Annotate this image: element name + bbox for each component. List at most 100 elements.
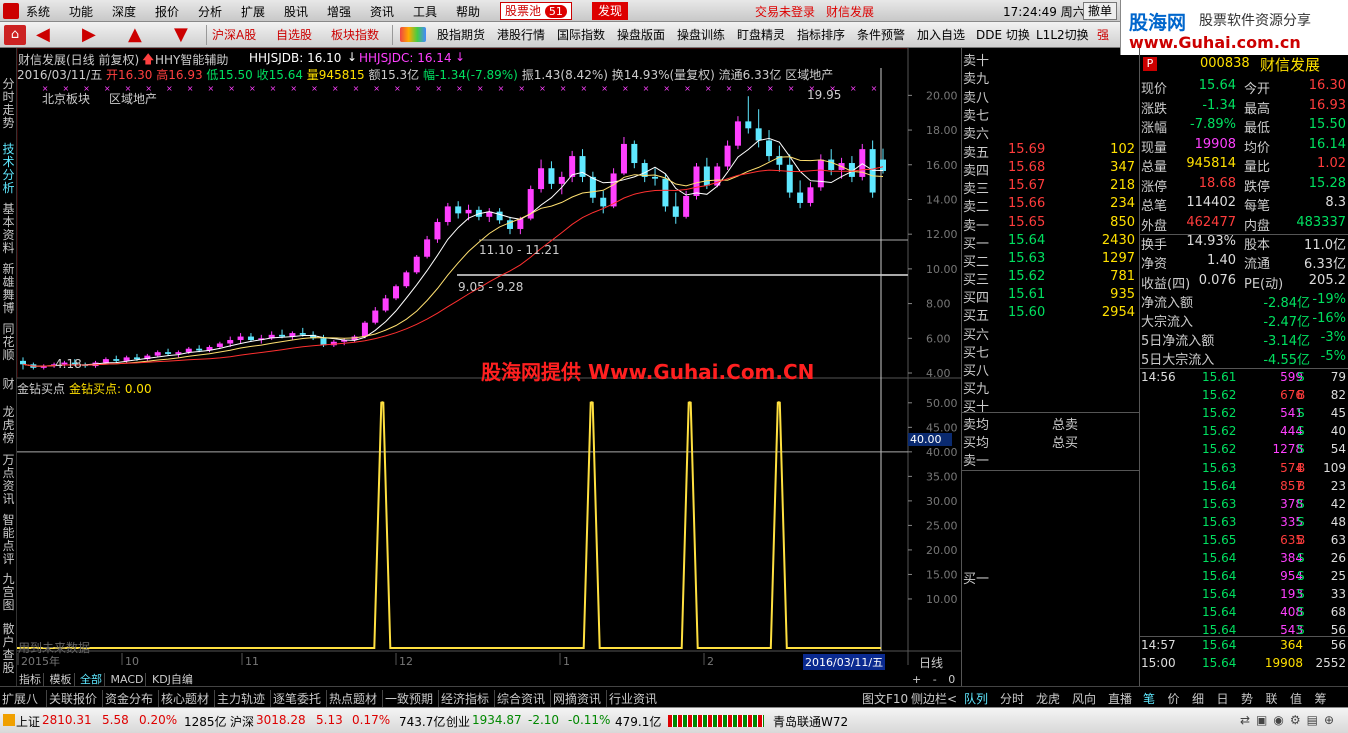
- menu-item-0[interactable]: 系统: [26, 3, 50, 20]
- ask-price[interactable]: 15.68: [1008, 160, 1045, 179]
- tb-watchlist[interactable]: 自选股: [276, 26, 312, 43]
- candle-body[interactable]: [620, 143, 627, 174]
- home-icon[interactable]: ⌂: [4, 25, 26, 45]
- candle-body[interactable]: [372, 310, 379, 323]
- ask-price[interactable]: 15.69: [1008, 142, 1045, 161]
- tb-sector-index[interactable]: 板块指数: [331, 26, 379, 43]
- quote-tab-2[interactable]: 细: [1192, 690, 1204, 707]
- stock-name[interactable]: 财信发展: [1260, 54, 1320, 75]
- quote-tab-2[interactable]: 势: [1241, 690, 1253, 707]
- candle-body[interactable]: [444, 206, 451, 223]
- candle-body[interactable]: [517, 218, 524, 229]
- quote-tab-2[interactable]: 日: [1217, 690, 1229, 707]
- candle-body[interactable]: [745, 121, 752, 129]
- candle-body[interactable]: [662, 178, 669, 207]
- candle-body[interactable]: [734, 121, 741, 146]
- stock-pool-button[interactable]: 股票池 51: [500, 2, 572, 20]
- candle-body[interactable]: [434, 222, 441, 240]
- ind-tab-macd[interactable]: MACD: [108, 673, 147, 686]
- quote-tab-2[interactable]: 价: [1168, 690, 1180, 707]
- quote-tab[interactable]: 龙虎: [1036, 690, 1060, 707]
- left-tab-9[interactable]: 九宫图: [1, 573, 16, 613]
- tb-indicator-sort[interactable]: 指标排序: [797, 26, 845, 43]
- ind-tab-kdj[interactable]: KDJ自编: [150, 673, 195, 686]
- left-tab-0[interactable]: 分时走势: [1, 78, 16, 136]
- candle-body[interactable]: [807, 187, 814, 203]
- tb-condition-alert[interactable]: 条件预警: [857, 26, 905, 43]
- bottom-tab[interactable]: 扩展八: [2, 690, 38, 707]
- zoom-out-button[interactable]: -: [933, 673, 937, 686]
- bid-price[interactable]: 15.64: [1008, 233, 1045, 252]
- zoom-reset-button[interactable]: 0: [948, 673, 955, 686]
- quote-tab-2[interactable]: 联: [1266, 690, 1278, 707]
- menu-item-8[interactable]: 资讯: [370, 3, 394, 20]
- candle-body[interactable]: [496, 211, 503, 221]
- candle-body[interactable]: [766, 140, 773, 157]
- candle-body[interactable]: [880, 159, 886, 172]
- left-tab-2[interactable]: 基本资料: [1, 203, 16, 255]
- candle-body[interactable]: [828, 159, 835, 170]
- bottom-tab[interactable]: 一致预期: [382, 690, 433, 707]
- left-tab-8[interactable]: 智能点评: [1, 514, 16, 568]
- menu-item-4[interactable]: 分析: [198, 3, 222, 20]
- tb-monitor-wizard[interactable]: 盯盘精灵: [737, 26, 785, 43]
- candle-body[interactable]: [558, 176, 565, 184]
- menu-item-5[interactable]: 扩展: [241, 3, 265, 20]
- ask-price[interactable]: 15.66: [1008, 196, 1045, 215]
- up-arrow-icon[interactable]: ▲: [128, 24, 142, 45]
- quote-tab-2[interactable]: 值: [1290, 690, 1302, 707]
- candle-body[interactable]: [786, 164, 793, 193]
- bottom-tab[interactable]: 综合资讯: [494, 690, 545, 707]
- tb-add-watchlist[interactable]: 加入自选: [917, 26, 965, 43]
- sidebar-toggle-button[interactable]: 侧边栏<: [911, 690, 957, 707]
- stock-code[interactable]: 000838: [1200, 56, 1250, 71]
- candle-body[interactable]: [185, 348, 192, 353]
- bid-price[interactable]: 15.61: [1008, 287, 1045, 306]
- period-label[interactable]: 日线: [919, 654, 943, 671]
- candle-body[interactable]: [641, 163, 648, 177]
- tb-hs-a-shares[interactable]: 沪深A股: [212, 26, 256, 43]
- menu-item-2[interactable]: 深度: [112, 3, 136, 20]
- quote-tab[interactable]: 风向: [1072, 690, 1096, 707]
- f10-logo-icon[interactable]: [400, 27, 426, 42]
- bid-price[interactable]: 15.60: [1008, 305, 1045, 324]
- down-arrow-icon[interactable]: ▼: [174, 24, 188, 45]
- candle-body[interactable]: [693, 166, 700, 197]
- candle-body[interactable]: [237, 336, 244, 341]
- quote-tab-2[interactable]: 笔: [1143, 690, 1155, 707]
- candle-body[interactable]: [165, 352, 172, 354]
- candle-body[interactable]: [600, 197, 607, 207]
- quote-tab[interactable]: 队列: [964, 690, 988, 707]
- tb-trade-layout[interactable]: 操盘版面: [617, 26, 665, 43]
- tb-l1l2-toggle[interactable]: L1L2切换: [1036, 26, 1089, 43]
- tb-index-futures[interactable]: 股指期货: [437, 26, 485, 43]
- left-tab-7[interactable]: 万点资讯: [1, 454, 16, 508]
- candle-body[interactable]: [683, 196, 690, 217]
- ind-tab-indicator[interactable]: 指标: [17, 673, 44, 686]
- menu-item-1[interactable]: 功能: [69, 3, 93, 20]
- candle-body[interactable]: [123, 357, 130, 361]
- bottom-tab[interactable]: 核心题材: [158, 690, 209, 707]
- candle-body[interactable]: [403, 272, 410, 287]
- zoom-in-button[interactable]: +: [912, 673, 921, 686]
- menu-item-9[interactable]: 工具: [413, 3, 437, 20]
- toolbar-overflow[interactable]: 强: [1097, 26, 1109, 43]
- left-tab-6[interactable]: 龙虎榜: [1, 406, 16, 446]
- candle-body[interactable]: [279, 334, 286, 337]
- bottom-tab[interactable]: 网摘资讯: [550, 690, 601, 707]
- candle-body[interactable]: [569, 156, 576, 177]
- bottom-tab[interactable]: 行业资讯: [606, 690, 657, 707]
- candle-body[interactable]: [382, 298, 389, 311]
- bottom-tab[interactable]: 经济指标: [438, 690, 489, 707]
- candle-body[interactable]: [227, 340, 234, 344]
- quote-tab[interactable]: 分时: [1000, 690, 1024, 707]
- menu-item-7[interactable]: 增强: [327, 3, 351, 20]
- candle-body[interactable]: [672, 206, 679, 217]
- bottom-f10-button[interactable]: 图文F10: [862, 690, 908, 707]
- candle-body[interactable]: [589, 176, 596, 198]
- bottom-tab[interactable]: 资金分布: [102, 690, 153, 707]
- left-tab-1[interactable]: 技术分析: [1, 143, 16, 195]
- candle-body[interactable]: [113, 359, 120, 361]
- kline-chart-panel[interactable]: 财信发展(日线 前复权) 🡅 HHY智能辅助 HHJSJDB: 16.10 ↓ …: [17, 48, 961, 686]
- bottom-tab[interactable]: 逐笔委托: [270, 690, 321, 707]
